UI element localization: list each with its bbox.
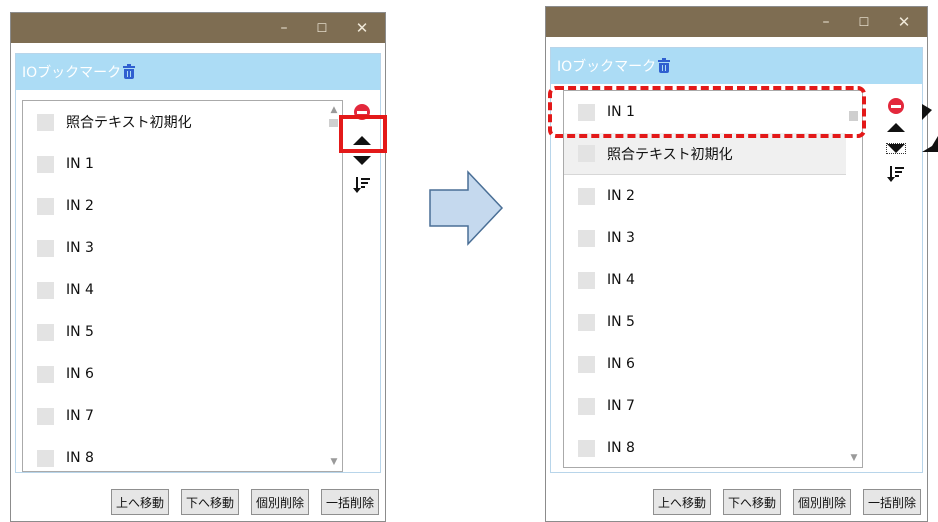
checkbox[interactable] — [37, 407, 54, 425]
list-item-label: IN 2 — [607, 188, 635, 204]
panel-title: IOブックマーク — [22, 65, 122, 81]
checkbox[interactable] — [37, 197, 54, 215]
bookmark-list[interactable]: 照合テキスト初期化 IN 1 IN 2 IN 3 IN 4 IN 5 IN 6 … — [22, 100, 343, 472]
sort-icon[interactable] — [887, 165, 906, 183]
close-button[interactable]: ✕ — [887, 7, 921, 37]
close-button[interactable]: ✕ — [345, 13, 379, 43]
list-item[interactable]: IN 1 — [23, 143, 326, 185]
title-bar: – ☐ ✕ — [11, 13, 385, 43]
move-up-icon[interactable] — [887, 123, 905, 132]
list-item-label: 照合テキスト初期化 — [66, 115, 192, 131]
list-item-label: 照合テキスト初期化 — [607, 146, 733, 163]
list-item[interactable]: IN 4 — [564, 259, 846, 301]
list-item[interactable]: 照合テキスト初期化 — [23, 101, 326, 143]
move-up-highlight — [339, 115, 387, 153]
checkbox[interactable] — [37, 239, 54, 257]
list-item-label: IN 4 — [607, 272, 635, 288]
sort-icon[interactable] — [353, 176, 372, 194]
checkbox[interactable] — [37, 365, 54, 383]
bookmark-panel: IOブックマーク 照合テキスト初期化 IN 1 IN 2 IN 3 IN 4 I… — [15, 53, 381, 473]
button-row: 上へ移動 下へ移動 個別削除 一括削除 — [110, 489, 379, 515]
delete-all-button[interactable]: 一括削除 — [862, 489, 921, 515]
checkbox[interactable] — [578, 439, 595, 457]
list-item-label: IN 8 — [66, 450, 94, 466]
list-item[interactable]: IN 6 — [23, 353, 326, 395]
move-up-button[interactable]: 上へ移動 — [652, 489, 711, 515]
scroll-down-icon[interactable]: ▼ — [846, 451, 862, 465]
list-item[interactable]: IN 3 — [564, 217, 846, 259]
vertical-scrollbar[interactable]: ▲ ▼ — [326, 101, 342, 471]
checkbox[interactable] — [37, 113, 54, 131]
checkbox[interactable] — [578, 229, 595, 247]
panel-header: IOブックマーク — [551, 48, 922, 84]
list-item[interactable]: IN 5 — [564, 301, 846, 343]
list-item-label: IN 1 — [66, 156, 94, 172]
list-item-label: IN 3 — [66, 240, 94, 256]
scroll-down-icon[interactable]: ▼ — [326, 455, 342, 469]
list-item-label: IN 3 — [607, 230, 635, 246]
button-row: 上へ移動 下へ移動 個別削除 一括削除 — [652, 489, 921, 515]
maximize-button[interactable]: ☐ — [847, 7, 881, 37]
checkbox[interactable] — [37, 155, 54, 173]
checkbox[interactable] — [37, 323, 54, 341]
list-item[interactable]: IN 3 — [23, 227, 326, 269]
list-item[interactable]: IN 7 — [564, 385, 846, 427]
bookmark-list[interactable]: IN 1 照合テキスト初期化 IN 2 IN 3 IN 4 IN 5 IN 6 … — [563, 90, 863, 468]
transition-arrow — [428, 170, 504, 250]
move-down-icon[interactable] — [353, 156, 371, 165]
minimize-button[interactable]: – — [809, 7, 843, 37]
checkbox[interactable] — [578, 145, 595, 162]
maximize-button[interactable]: ☐ — [305, 13, 339, 43]
list-item-label: IN 8 — [607, 440, 635, 456]
vertical-scrollbar[interactable]: ▼ — [846, 91, 862, 467]
list-item-label: IN 5 — [66, 324, 94, 340]
checkbox[interactable] — [37, 449, 54, 467]
delete-one-button[interactable]: 個別削除 — [250, 489, 309, 515]
list-item-label: IN 2 — [66, 198, 94, 214]
list-item[interactable]: IN 8 — [23, 437, 326, 471]
list-item[interactable]: IN 4 — [23, 269, 326, 311]
list-item-label: IN 5 — [607, 314, 635, 330]
list-item-label: IN 4 — [66, 282, 94, 298]
list-item[interactable]: IN 5 — [23, 311, 326, 353]
left-window: – ☐ ✕ IOブックマーク 照合テキスト初期化 IN 1 IN 2 IN 3 … — [10, 12, 386, 522]
checkbox[interactable] — [578, 187, 595, 205]
right-window: – ☐ ✕ IOブックマーク IN 1 照合テキスト初期化 IN 2 IN 3 … — [545, 6, 928, 522]
trash-icon[interactable] — [123, 63, 136, 79]
checkbox[interactable] — [578, 271, 595, 289]
move-down-icon[interactable] — [886, 143, 906, 154]
scroll-thumb[interactable] — [329, 119, 338, 127]
checkbox[interactable] — [37, 281, 54, 299]
list-item[interactable]: IN 2 — [564, 175, 846, 217]
checkbox[interactable] — [578, 355, 595, 373]
list-item-label: IN 7 — [66, 408, 94, 424]
move-down-button[interactable]: 下へ移動 — [722, 489, 781, 515]
moved-item-highlight — [548, 86, 866, 138]
panel-title: IOブックマーク — [557, 59, 657, 75]
list-item[interactable]: 照合テキスト初期化 — [564, 133, 846, 175]
edge-marker-icon — [922, 104, 932, 120]
list-item-label: IN 6 — [607, 356, 635, 372]
list-item[interactable]: IN 2 — [23, 185, 326, 227]
list-item-label: IN 7 — [607, 398, 635, 414]
remove-circle-icon[interactable] — [888, 98, 904, 114]
edge-marker-icon — [922, 136, 938, 152]
minimize-button[interactable]: – — [267, 13, 301, 43]
title-bar: – ☐ ✕ — [546, 7, 927, 37]
checkbox[interactable] — [578, 313, 595, 331]
list-item-label: IN 6 — [66, 366, 94, 382]
delete-one-button[interactable]: 個別削除 — [792, 489, 851, 515]
checkbox[interactable] — [578, 397, 595, 415]
delete-all-button[interactable]: 一括削除 — [320, 489, 379, 515]
list-item[interactable]: IN 6 — [564, 343, 846, 385]
list-item[interactable]: IN 7 — [23, 395, 326, 437]
list-item[interactable]: IN 8 — [564, 427, 846, 467]
trash-icon[interactable] — [658, 57, 671, 73]
move-up-button[interactable]: 上へ移動 — [110, 489, 169, 515]
move-down-button[interactable]: 下へ移動 — [180, 489, 239, 515]
panel-header: IOブックマーク — [16, 54, 380, 90]
